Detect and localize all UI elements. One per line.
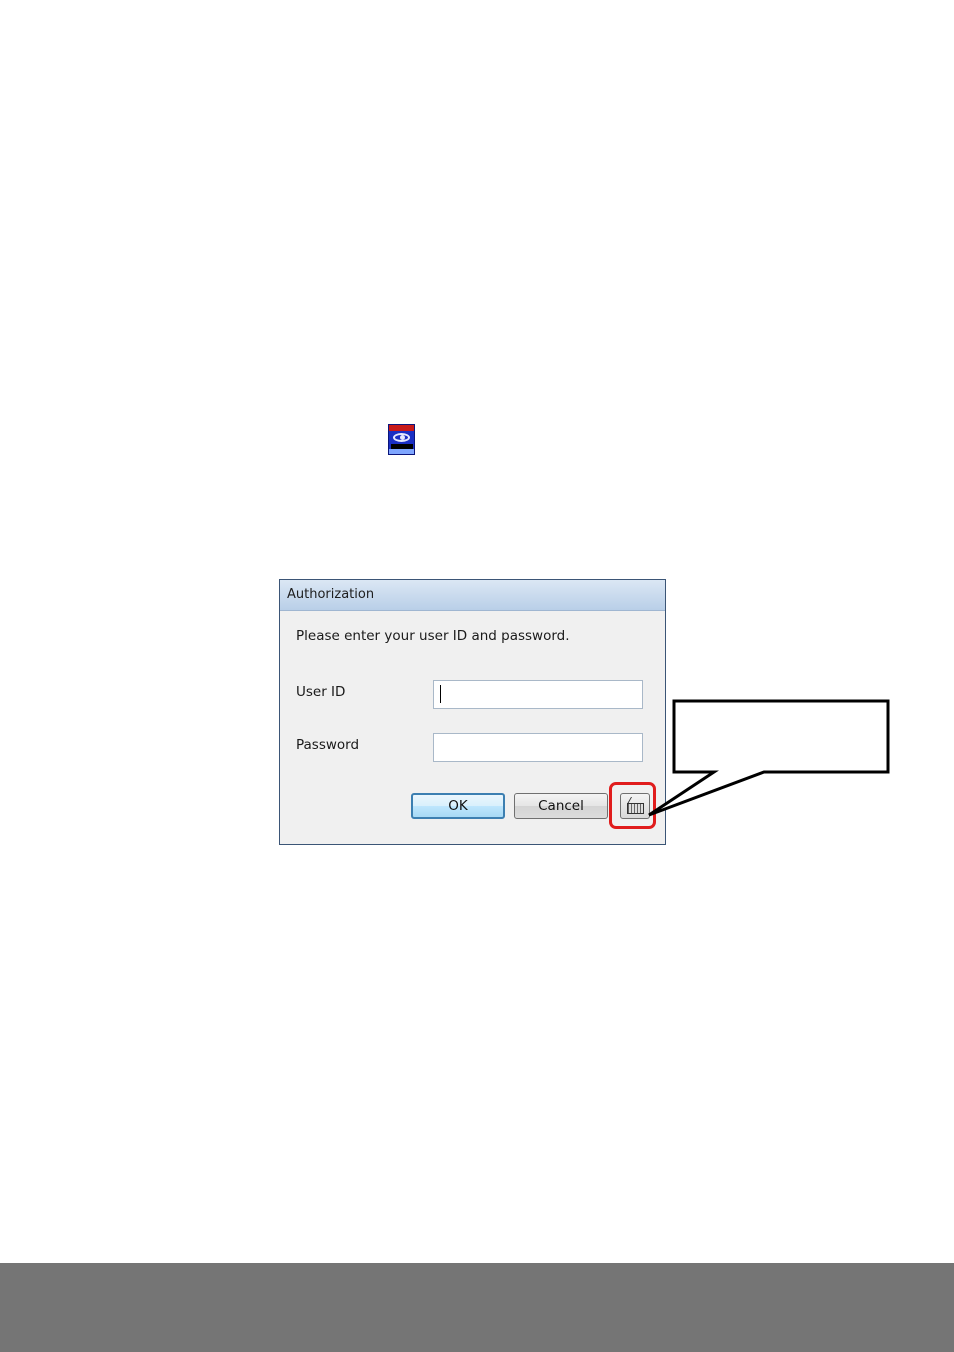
callout-shape xyxy=(648,699,890,817)
page-footer-band xyxy=(0,1263,954,1352)
callout-box xyxy=(648,699,890,817)
